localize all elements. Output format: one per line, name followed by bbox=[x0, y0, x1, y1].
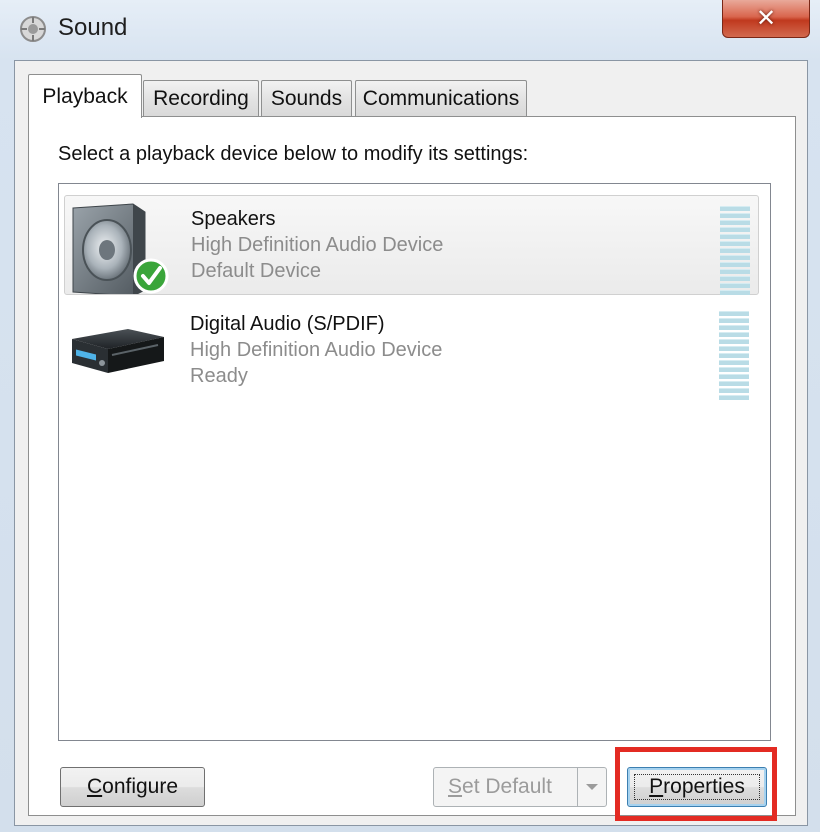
configure-label: onfigure bbox=[102, 775, 179, 798]
tab-label: Sounds bbox=[270, 86, 343, 110]
volume-meter bbox=[720, 206, 750, 297]
mnemonic-c: C bbox=[86, 775, 103, 798]
tab-label: Playback bbox=[42, 84, 128, 108]
tab-recording[interactable]: Recording bbox=[143, 80, 259, 116]
device-name: Digital Audio (S/PDIF) bbox=[190, 313, 385, 335]
tab-sounds[interactable]: Sounds bbox=[261, 80, 352, 116]
speaker-icon bbox=[72, 203, 169, 294]
instruction-text: Select a playback device below to modify… bbox=[58, 143, 529, 165]
device-item-speakers[interactable]: Speakers High Definition Audio Device De… bbox=[64, 195, 759, 295]
device-driver: High Definition Audio Device bbox=[190, 339, 443, 361]
set-default-button[interactable]: Set Default bbox=[433, 767, 607, 807]
annotation-highlight bbox=[615, 747, 777, 821]
tab-label: Recording bbox=[153, 86, 249, 110]
window-title: Sound bbox=[58, 14, 128, 41]
tab-communications[interactable]: Communications bbox=[355, 80, 527, 116]
tab-label: Communications bbox=[362, 86, 520, 110]
device-status: Ready bbox=[190, 365, 248, 387]
sound-app-icon bbox=[20, 16, 46, 42]
close-icon: ✕ bbox=[755, 5, 777, 32]
title-bar[interactable]: Sound ✕ bbox=[0, 0, 820, 60]
digital-audio-receiver-icon bbox=[72, 329, 164, 373]
chevron-down-icon[interactable] bbox=[577, 768, 606, 806]
device-list[interactable]: Speakers High Definition Audio Device De… bbox=[58, 183, 771, 741]
mnemonic-s: S bbox=[448, 775, 463, 798]
close-button[interactable]: ✕ bbox=[722, 0, 810, 38]
device-status: Default Device bbox=[191, 260, 322, 282]
device-driver: High Definition Audio Device bbox=[191, 234, 444, 256]
set-default-label: et Default bbox=[462, 775, 552, 798]
device-name: Speakers bbox=[191, 208, 276, 230]
volume-meter bbox=[719, 311, 749, 402]
configure-button[interactable]: Configure bbox=[60, 767, 205, 807]
device-item-digital-audio[interactable]: Digital Audio (S/PDIF) High Definition A… bbox=[64, 301, 759, 401]
tab-playback[interactable]: Playback bbox=[28, 74, 142, 118]
sound-dialog: Sound ✕ Playback Recording Sounds Commun… bbox=[0, 0, 820, 832]
